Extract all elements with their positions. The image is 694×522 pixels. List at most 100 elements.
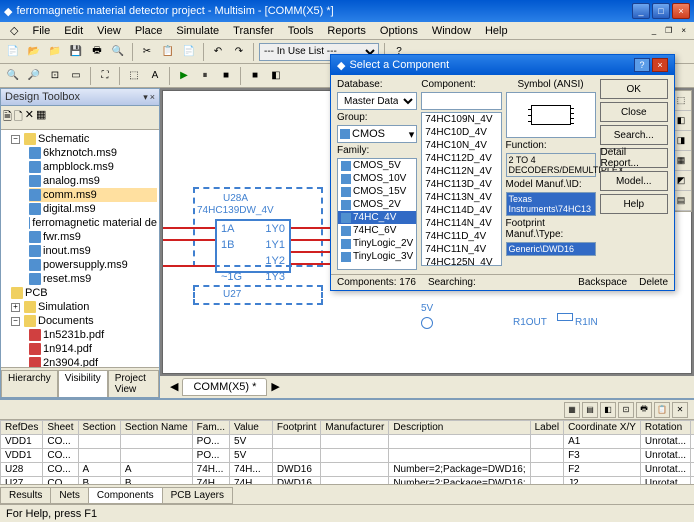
tree-file[interactable]: comm.ms9 bbox=[29, 188, 157, 202]
group-select[interactable]: CMOS▾ bbox=[337, 125, 417, 143]
canvas-tab[interactable]: COMM(X5) * bbox=[182, 378, 267, 396]
menu-transfer[interactable]: Transfer bbox=[227, 24, 280, 38]
menu-view[interactable]: View bbox=[91, 24, 127, 38]
component-item[interactable]: 74HC109N_4V bbox=[422, 113, 500, 126]
family-item[interactable]: TinyLogic_3V bbox=[338, 250, 416, 263]
column-header[interactable]: Fam... bbox=[192, 421, 229, 435]
sim-run-button[interactable]: ▶ bbox=[175, 67, 193, 85]
ss-tool-1[interactable]: ▦ bbox=[564, 402, 580, 418]
open-button[interactable]: 📂 bbox=[25, 43, 43, 61]
tree-file[interactable]: ferromagnetic material de bbox=[29, 216, 157, 230]
dialog-close-icon[interactable]: × bbox=[652, 58, 668, 72]
tree-sim[interactable]: +Simulation bbox=[11, 300, 157, 314]
tree-file[interactable]: reset.ms9 bbox=[29, 272, 157, 286]
tree-docs[interactable]: −Documents bbox=[11, 314, 157, 328]
column-header[interactable]: Section Name bbox=[120, 421, 192, 435]
column-header[interactable]: Coordinate X/Y bbox=[564, 421, 641, 435]
ss-tool-5[interactable]: 🖶 bbox=[636, 402, 652, 418]
column-header[interactable]: Sheet bbox=[43, 421, 78, 435]
component-item[interactable]: 74HC11N_4V bbox=[422, 243, 500, 256]
family-item[interactable]: TinyLogic_2V bbox=[338, 237, 416, 250]
sim-stop-button[interactable]: ■ bbox=[217, 67, 235, 85]
family-item[interactable]: CMOS_2V bbox=[338, 198, 416, 211]
tree-file[interactable]: powersupply.ms9 bbox=[29, 258, 157, 272]
database-select[interactable]: Master Database bbox=[337, 92, 417, 110]
column-header[interactable]: Section bbox=[78, 421, 120, 435]
open2-button[interactable]: 📁 bbox=[46, 43, 64, 61]
paste-button[interactable]: 📄 bbox=[180, 43, 198, 61]
menu-window[interactable]: Window bbox=[426, 24, 477, 38]
tree-file[interactable]: inout.ms9 bbox=[29, 244, 157, 258]
ss-tab-results[interactable]: Results bbox=[0, 487, 51, 504]
column-header[interactable]: Description bbox=[389, 421, 530, 435]
tree-file[interactable]: analog.ms9 bbox=[29, 174, 157, 188]
detail-report-button[interactable]: Detail Report... bbox=[600, 148, 669, 168]
mdi-minimize[interactable]: _ bbox=[648, 26, 660, 35]
family-item[interactable]: CMOS_5V bbox=[338, 159, 416, 172]
column-header[interactable]: Manufacturer bbox=[321, 421, 389, 435]
component-item[interactable]: 74HC112N_4V bbox=[422, 165, 500, 178]
minimize-button[interactable]: _ bbox=[632, 3, 650, 19]
menu-edit[interactable]: Edit bbox=[58, 24, 89, 38]
tb-btn-2[interactable]: ◧ bbox=[267, 67, 285, 85]
ss-tool-4[interactable]: ⊡ bbox=[618, 402, 634, 418]
dt-tool-4[interactable]: ▦ bbox=[36, 108, 46, 127]
menu-reports[interactable]: Reports bbox=[321, 24, 372, 38]
component-item[interactable]: 74HC114N_4V bbox=[422, 217, 500, 230]
ok-button[interactable]: OK bbox=[600, 79, 669, 99]
sim-pause-button[interactable]: ⏸ bbox=[196, 67, 214, 85]
model-button[interactable]: Model... bbox=[600, 171, 669, 191]
component-item[interactable]: 74HC114D_4V bbox=[422, 204, 500, 217]
table-row[interactable]: VDD1CO...PO...5VA1Unrotat...Unfl...Def..… bbox=[1, 435, 694, 449]
ss-tool-2[interactable]: ▤ bbox=[582, 402, 598, 418]
column-header[interactable]: Rotation bbox=[640, 421, 690, 435]
undo-button[interactable]: ↶ bbox=[209, 43, 227, 61]
tree-file[interactable]: fwr.ms9 bbox=[29, 230, 157, 244]
ss-tool-6[interactable]: 📋 bbox=[654, 402, 670, 418]
family-item[interactable]: CMOS_10V bbox=[338, 172, 416, 185]
ss-tool-3[interactable]: ◧ bbox=[600, 402, 616, 418]
close-button[interactable]: × bbox=[672, 3, 690, 19]
print-button[interactable]: 🖶 bbox=[88, 43, 106, 61]
maximize-button[interactable]: □ bbox=[652, 3, 670, 19]
zoom-in-button[interactable]: 🔍 bbox=[4, 67, 22, 85]
component-item[interactable]: 74HC10D_4V bbox=[422, 126, 500, 139]
table-row[interactable]: U27CO...BB74H...74H...DWD16Number=2;Pack… bbox=[1, 477, 694, 485]
component-item[interactable]: 74HC113D_4V bbox=[422, 178, 500, 191]
menu-help[interactable]: Help bbox=[479, 24, 514, 38]
component-item[interactable]: 74HC125N_4V bbox=[422, 256, 500, 266]
tb-btn-1[interactable]: ■ bbox=[246, 67, 264, 85]
component-filter-input[interactable] bbox=[421, 92, 501, 110]
dt-tool-1[interactable]: 🗎 bbox=[3, 108, 12, 127]
cut-button[interactable]: ✂ bbox=[138, 43, 156, 61]
zoom-area-button[interactable]: ▭ bbox=[67, 67, 85, 85]
tree-doc[interactable]: 2n3904.pdf bbox=[29, 356, 157, 367]
dt-caret-icon[interactable]: ▾ bbox=[143, 92, 148, 103]
component-list[interactable]: 74HC109N_4V74HC10D_4V74HC10N_4V74HC112D_… bbox=[421, 112, 501, 266]
mdi-restore[interactable]: ❐ bbox=[661, 26, 676, 35]
project-tree[interactable]: −Schematic 6khznotch.ms9ampblock.ms9anal… bbox=[1, 130, 159, 367]
redo-button[interactable]: ↷ bbox=[230, 43, 248, 61]
tree-file[interactable]: 6khznotch.ms9 bbox=[29, 146, 157, 160]
dialog-help-icon[interactable]: ? bbox=[634, 58, 650, 72]
preview-button[interactable]: 🔍 bbox=[109, 43, 127, 61]
search-button[interactable]: Search... bbox=[600, 125, 669, 145]
dt-tool-2[interactable]: 🗋 bbox=[14, 108, 23, 127]
column-header[interactable]: Value bbox=[230, 421, 273, 435]
family-item[interactable]: CMOS_15V bbox=[338, 185, 416, 198]
column-header[interactable]: Label bbox=[530, 421, 563, 435]
text-button[interactable]: A bbox=[146, 67, 164, 85]
ss-tool-7[interactable]: ✕ bbox=[672, 402, 688, 418]
table-row[interactable]: U28CO...AA74H...74H...DWD16Number=2;Pack… bbox=[1, 463, 694, 477]
tab-scroll-left[interactable]: ◀ bbox=[166, 378, 182, 396]
column-header[interactable]: Footprint bbox=[272, 421, 320, 435]
component-item[interactable]: 74HC10N_4V bbox=[422, 139, 500, 152]
tab-project-view[interactable]: Project View bbox=[108, 370, 159, 397]
tree-doc[interactable]: 1n914.pdf bbox=[29, 342, 157, 356]
tree-doc[interactable]: 1n5231b.pdf bbox=[29, 328, 157, 342]
menu-tools[interactable]: Tools bbox=[282, 24, 320, 38]
save-button[interactable]: 💾 bbox=[67, 43, 85, 61]
ss-tab-components[interactable]: Components bbox=[88, 487, 163, 504]
component-u27[interactable] bbox=[193, 285, 323, 305]
dialog-close-button[interactable]: Close bbox=[600, 102, 669, 122]
